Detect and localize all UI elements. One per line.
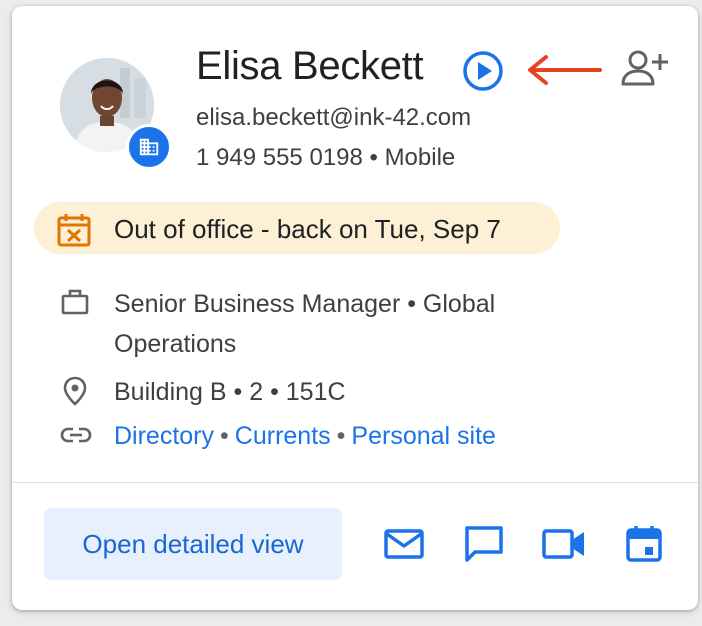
footer-divider [12, 482, 698, 483]
briefcase-icon [61, 289, 89, 315]
out-of-office-status: Out of office - back on Tue, Sep 7 [34, 202, 560, 254]
link-currents[interactable]: Currents [235, 422, 331, 450]
play-circle-icon[interactable] [462, 50, 504, 92]
link-separator: • [336, 422, 346, 450]
mail-icon [384, 529, 424, 559]
video-icon [542, 529, 584, 559]
link-directory[interactable]: Directory [114, 422, 214, 450]
avatar-container [60, 58, 172, 170]
email-button[interactable] [380, 522, 428, 566]
job-title-line1: Senior Business Manager • Global [114, 290, 496, 318]
red-arrow-icon [528, 55, 602, 85]
contact-phone: 1 949 555 0198 • Mobile [196, 144, 456, 171]
add-person-icon[interactable] [620, 48, 668, 88]
out-of-office-text: Out of office - back on Tue, Sep 7 [114, 214, 501, 244]
chat-button[interactable] [460, 522, 508, 566]
calendar-icon [626, 526, 662, 562]
contact-name: Elisa Beckett [196, 44, 424, 88]
profile-links: Directory • Currents • Personal site [114, 422, 496, 451]
calendar-button[interactable] [620, 522, 668, 566]
building-badge [126, 124, 172, 170]
office-location: Building B • 2 • 151C [114, 378, 346, 406]
link-separator: • [220, 422, 229, 450]
chat-icon [465, 526, 503, 562]
contact-card: Elisa Beckett elisa.beckett@ink-42.com 1… [12, 6, 698, 610]
open-detailed-view-button[interactable]: Open detailed view [44, 508, 342, 580]
video-call-button[interactable] [540, 522, 588, 566]
link-icon [60, 427, 92, 443]
calendar-off-icon [57, 214, 91, 247]
link-personal-site[interactable]: Personal site [351, 422, 496, 450]
job-title-line2: Operations [114, 330, 237, 358]
building-icon [139, 138, 159, 156]
location-pin-icon [63, 376, 87, 406]
contact-email: elisa.beckett@ink-42.com [196, 104, 472, 131]
